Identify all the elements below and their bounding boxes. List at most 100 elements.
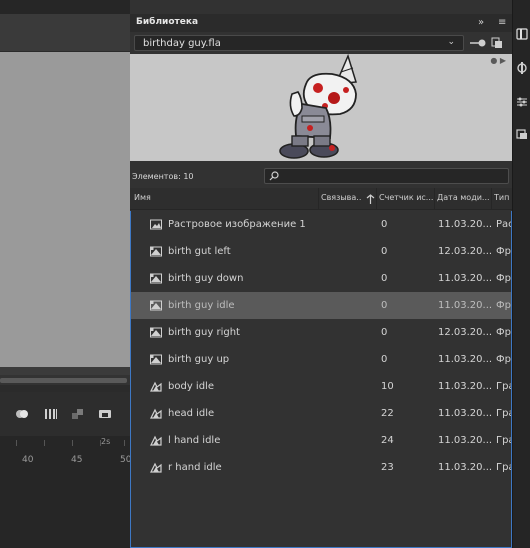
document-select[interactable]: birthday guy.fla ⌄ — [134, 35, 464, 51]
new-library-panel-icon[interactable] — [491, 37, 503, 49]
column-name[interactable]: Имя — [134, 193, 284, 202]
library-panel-icon[interactable] — [516, 62, 528, 74]
item-date-modified: 11.03.20... — [438, 408, 492, 419]
edit-multiple-frames-icon[interactable] — [44, 408, 58, 420]
double-chevron-right-icon[interactable]: » — [478, 17, 484, 28]
item-date-modified: 11.03.20... — [438, 300, 492, 311]
item-type: Фр — [496, 273, 511, 284]
item-name: birth guy idle — [168, 300, 235, 311]
item-date-modified: 11.03.20... — [438, 273, 492, 284]
library-item-row[interactable]: head idle 22 11.03.20... Гра — [131, 400, 511, 427]
library-search-input[interactable] — [264, 168, 509, 184]
item-name: r hand idle — [168, 462, 222, 473]
item-type: Фр — [496, 300, 511, 311]
onion-skin-icon[interactable] — [15, 408, 29, 420]
hamburger-menu-icon[interactable]: ≡ — [498, 17, 506, 28]
panel-title: Библиотека — [136, 17, 199, 27]
item-name: l hand idle — [168, 435, 221, 446]
stage-bottom-edge — [0, 367, 130, 375]
column-divider[interactable] — [318, 188, 319, 210]
library-item-row[interactable]: r hand idle 23 11.03.20... Гра — [131, 454, 511, 481]
item-type: Гра — [496, 462, 511, 473]
library-item-row[interactable]: birth guy up 0 11.03.20... Фр — [131, 346, 511, 373]
column-date-modified[interactable]: Дата моди... — [437, 193, 491, 202]
item-name: birth guy down — [168, 273, 244, 284]
library-item-row[interactable]: Растровое изображение 1 0 11.03.20... Рас — [131, 211, 511, 238]
column-divider[interactable] — [434, 188, 435, 210]
chevron-down-icon: ⌄ — [447, 37, 455, 47]
item-type: Фр — [496, 327, 511, 338]
library-header: Библиотека » ≡ — [130, 14, 512, 32]
item-date-modified: 12.03.20... — [438, 327, 492, 338]
sort-ascending-icon[interactable] — [366, 194, 375, 204]
column-linkage[interactable]: Связыва... — [321, 193, 361, 202]
graphic-symbol-icon — [150, 435, 162, 446]
library-item-row[interactable]: body idle 10 11.03.20... Гра — [131, 373, 511, 400]
library-item-row[interactable]: birth guy down 0 11.03.20... Фр — [131, 265, 511, 292]
item-type: Гра — [496, 408, 511, 419]
item-name: Растровое изображение 1 — [168, 219, 306, 230]
item-usage-count: 0 — [381, 327, 388, 338]
symbol-preview: ● ▶ — [130, 54, 512, 161]
adjustments-panel-icon[interactable] — [516, 96, 528, 108]
movieclip-icon — [150, 246, 162, 257]
library-item-list[interactable]: Растровое изображение 1 0 11.03.20... Рас bi… — [130, 211, 512, 548]
movieclip-icon — [150, 300, 162, 311]
ruler-number: 40 — [22, 455, 34, 465]
layer-parenting-icon[interactable] — [71, 408, 85, 420]
item-date-modified: 11.03.20... — [438, 435, 492, 446]
stage-area: 2s 40 45 50 — [0, 0, 131, 548]
item-usage-count: 0 — [381, 246, 388, 257]
right-dock-toolbar — [512, 0, 530, 548]
column-type[interactable]: Тип — [494, 193, 512, 202]
ruler-tick — [16, 440, 17, 446]
item-type: Рас — [496, 219, 511, 230]
item-usage-count: 10 — [381, 381, 394, 392]
search-icon — [269, 171, 279, 181]
item-type: Фр — [496, 354, 511, 365]
item-usage-count: 22 — [381, 408, 394, 419]
library-item-row[interactable]: birth guy right 0 12.03.20... Фр — [131, 319, 511, 346]
library-item-row[interactable]: l hand idle 24 11.03.20... Гра — [131, 427, 511, 454]
camera-icon[interactable] — [98, 408, 112, 420]
graphic-symbol-icon — [150, 408, 162, 419]
stage-tab-bar — [0, 0, 130, 14]
column-divider[interactable] — [376, 188, 377, 210]
item-type: Фр — [496, 246, 511, 257]
ruler-number: 45 — [71, 455, 83, 465]
item-type: Гра — [496, 435, 511, 446]
item-date-modified: 11.03.20... — [438, 219, 492, 230]
item-name: birth guy right — [168, 327, 240, 338]
bitmap-icon — [150, 219, 162, 230]
birthday-guy-preview-image — [279, 54, 357, 159]
item-name: birth guy up — [168, 354, 230, 365]
library-item-row[interactable]: birth gut left 0 12.03.20... Фр — [131, 238, 511, 265]
library-item-row[interactable]: birth guy idle 0 11.03.20... Фр — [131, 292, 511, 319]
item-date-modified: 11.03.20... — [438, 462, 492, 473]
preview-options-icon[interactable]: ● ▶ — [490, 56, 506, 65]
item-name: head idle — [168, 408, 215, 419]
item-name: body idle — [168, 381, 214, 392]
item-usage-count: 23 — [381, 462, 394, 473]
pin-icon[interactable] — [470, 38, 486, 48]
item-name: birth gut left — [168, 246, 231, 257]
movieclip-icon — [150, 273, 162, 284]
element-count: Элементов: 10 — [132, 172, 194, 181]
item-type: Гра — [496, 381, 511, 392]
library-panel: Библиотека » ≡ birthday guy.fla ⌄ ● ▶ Эл… — [130, 0, 512, 548]
item-usage-count: 0 — [381, 273, 388, 284]
timeline-ruler[interactable] — [0, 436, 130, 548]
edit-bar — [0, 14, 130, 52]
ruler-tick — [72, 440, 73, 446]
graphic-symbol-icon — [150, 381, 162, 392]
item-date-modified: 11.03.20... — [438, 381, 492, 392]
assets-panel-icon[interactable] — [516, 128, 528, 140]
column-divider[interactable] — [491, 188, 492, 210]
stage-canvas[interactable] — [0, 52, 130, 367]
item-usage-count: 24 — [381, 435, 394, 446]
horizontal-scrollbar[interactable] — [0, 378, 127, 383]
ruler-tick — [44, 440, 45, 446]
graphic-symbol-icon — [150, 462, 162, 473]
column-usage-count[interactable]: Счетчик ис... — [379, 193, 433, 202]
properties-panel-icon[interactable] — [516, 28, 528, 40]
